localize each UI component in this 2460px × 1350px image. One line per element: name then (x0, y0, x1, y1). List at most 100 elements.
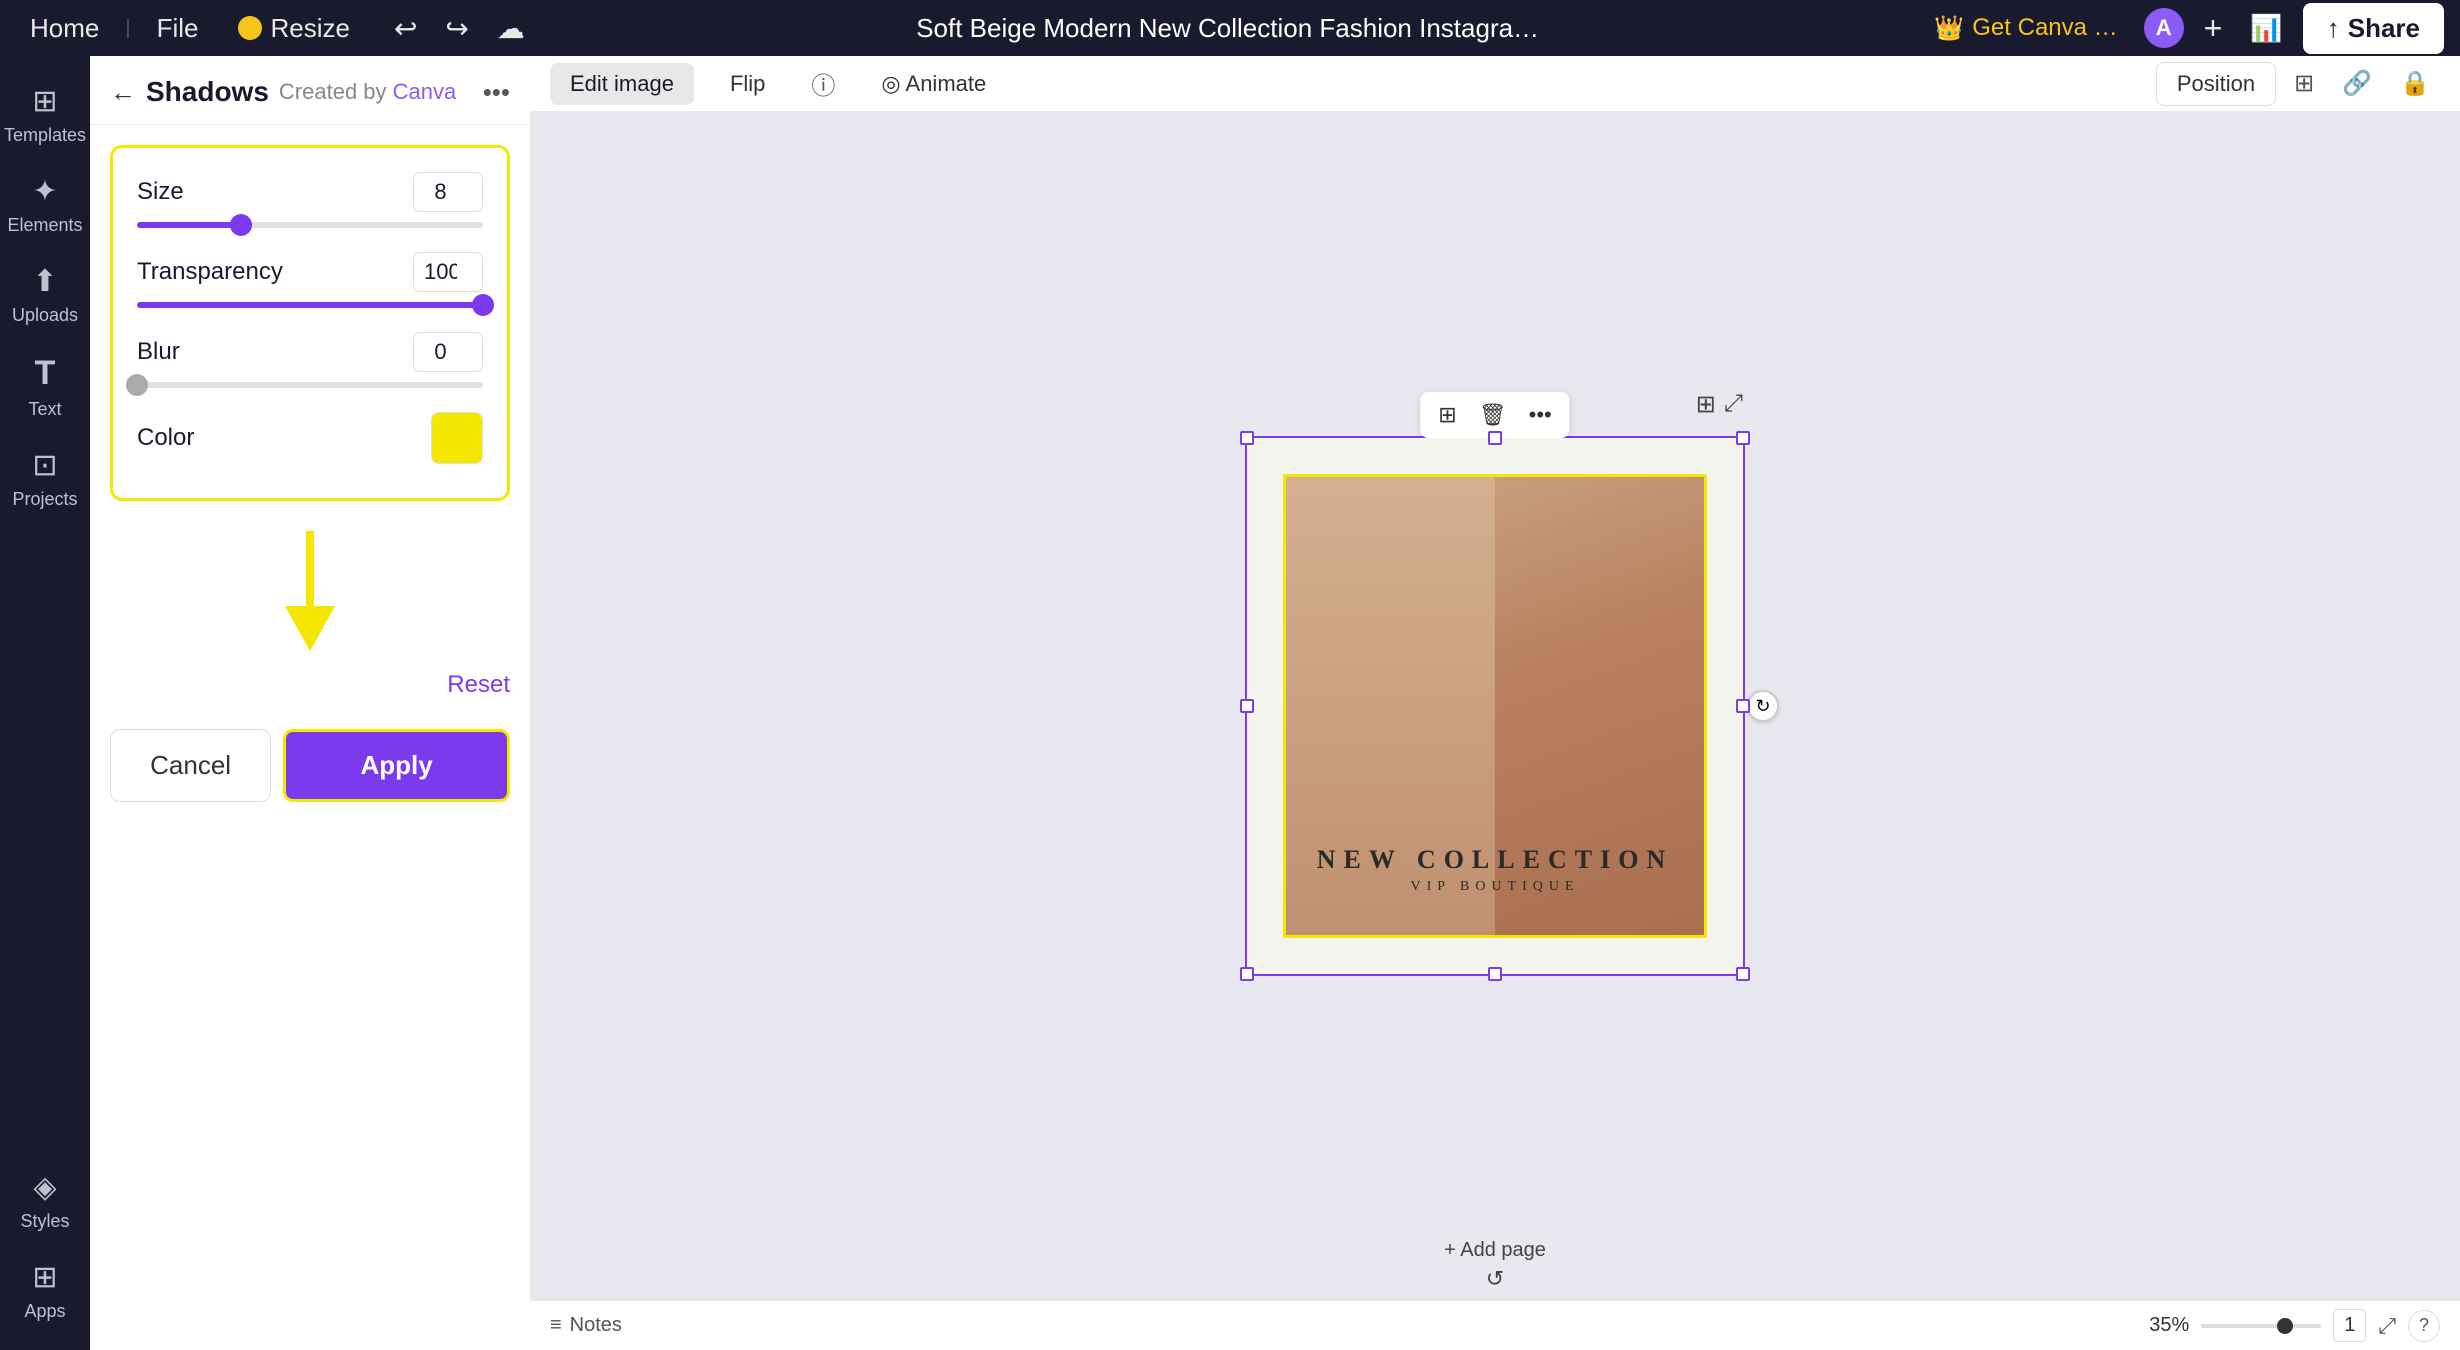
add-page-area: + Add page ↺ (530, 1230, 2460, 1300)
handle-top-left[interactable] (1240, 431, 1254, 445)
templates-icon: ⊞ (32, 84, 57, 119)
animate-button[interactable]: ◎ Animate (861, 63, 1006, 105)
status-bar: ≡ Notes 35% 1 ⤢ ? (530, 1300, 2460, 1350)
bottom-actions: Cancel Apply (90, 709, 530, 822)
grid-button[interactable]: ⊞ (2284, 63, 2324, 104)
topbar-separator: | (125, 17, 130, 40)
transparency-label-row: Transparency (137, 252, 483, 292)
help-button[interactable]: ? (2408, 1310, 2440, 1342)
handle-bottom-center[interactable] (1488, 967, 1502, 981)
sidebar-item-text[interactable]: T Text (5, 342, 85, 432)
fashion-bg: NEW COLLECTION VIP BOUTIQUE (1286, 477, 1704, 935)
blur-label: Blur (137, 338, 180, 366)
fullscreen-button[interactable]: ⤢ (2378, 1313, 2396, 1339)
apps-icon: ⊞ (32, 1260, 57, 1295)
fashion-image[interactable]: NEW COLLECTION VIP BOUTIQUE (1283, 474, 1707, 938)
expand-icon[interactable]: ⤢ (1724, 390, 1743, 419)
zoom-slider[interactable] (2201, 1324, 2321, 1328)
canvas-copy-button[interactable]: ⊞ (1430, 398, 1464, 432)
blur-slider-thumb[interactable] (126, 374, 148, 396)
redo-button[interactable]: ↪ (435, 6, 478, 51)
panel-back-button[interactable]: ← (110, 77, 136, 108)
flip-button[interactable]: Flip (710, 63, 785, 105)
cancel-button[interactable]: Cancel (110, 729, 271, 802)
sidebar-item-templates[interactable]: ⊞ Templates (5, 72, 85, 158)
sidebar-item-elements[interactable]: ✦ Elements (5, 162, 85, 248)
canva-credit-link[interactable]: Canva (393, 79, 457, 104)
handle-top-right[interactable] (1736, 431, 1750, 445)
sidebar-item-apps[interactable]: ⊞ Apps (5, 1248, 85, 1334)
share-icon: ↑ (2327, 13, 2340, 44)
home-button[interactable]: Home (16, 7, 113, 50)
resize-button[interactable]: Resize (224, 7, 363, 50)
undo-button[interactable]: ↩ (384, 6, 427, 51)
handle-top-center[interactable] (1488, 431, 1502, 445)
refresh-button[interactable]: ↺ (1486, 1266, 1504, 1292)
canvas-card[interactable]: ⊞ 🗑 ••• ⊞ ⤢ ↻ NEW COLLECTION (1245, 436, 1745, 976)
transparency-slider-thumb[interactable] (472, 294, 494, 316)
edit-image-button[interactable]: Edit image (550, 63, 694, 105)
handle-middle-right[interactable] (1736, 699, 1750, 713)
canvas-delete-button[interactable]: 🗑 (1471, 398, 1515, 432)
down-arrow-icon (280, 531, 340, 651)
share-button[interactable]: ↑ Share (2303, 3, 2444, 54)
size-control: Size (137, 172, 483, 228)
size-slider-track[interactable] (137, 222, 483, 228)
rotate-handle[interactable]: ↻ (1747, 690, 1779, 722)
transparency-label: Transparency (137, 258, 283, 286)
chart-button[interactable]: 📊 (2242, 9, 2290, 48)
handle-bottom-left[interactable] (1240, 967, 1254, 981)
blur-control: Blur (137, 332, 483, 388)
size-label-row: Size (137, 172, 483, 212)
status-right: 35% 1 ⤢ ? (2149, 1309, 2440, 1342)
cloud-save-button[interactable]: ☁ (487, 6, 535, 51)
lock-button[interactable]: 🔒 (2390, 63, 2440, 104)
panel-more-button[interactable]: ••• (483, 77, 510, 108)
animate-icon: ◎ (881, 71, 900, 96)
avatar-button[interactable]: A (2144, 8, 2184, 48)
transparency-slider-track[interactable] (137, 302, 483, 308)
handle-bottom-right[interactable] (1736, 967, 1750, 981)
size-input[interactable] (413, 172, 483, 212)
zoom-slider-thumb[interactable] (2277, 1318, 2293, 1334)
color-label: Color (137, 424, 194, 452)
fashion-title: NEW COLLECTION (1286, 845, 1704, 875)
canvas-area: ⊞ 🗑 ••• ⊞ ⤢ ↻ NEW COLLECTION (530, 112, 2460, 1300)
text-icon: T (35, 354, 56, 393)
apply-button[interactable]: Apply (283, 729, 510, 802)
projects-icon: ⊡ (32, 448, 57, 483)
link-button[interactable]: 🔗 (2332, 63, 2382, 104)
transparency-input[interactable] (413, 252, 483, 292)
get-canva-button[interactable]: 👑 Get Canva … (1920, 8, 2131, 49)
blur-slider-track[interactable] (137, 382, 483, 388)
uploads-icon: ⬆ (32, 264, 57, 299)
fashion-subtitle: VIP BOUTIQUE (1286, 879, 1704, 895)
fashion-text: NEW COLLECTION VIP BOUTIQUE (1286, 845, 1704, 895)
sidebar-item-styles[interactable]: ◈ Styles (5, 1158, 85, 1244)
styles-icon: ◈ (33, 1170, 56, 1205)
sidebar-item-projects[interactable]: ⊡ Projects (5, 436, 85, 522)
handle-middle-left[interactable] (1240, 699, 1254, 713)
transparency-control: Transparency (137, 252, 483, 308)
page-indicator[interactable]: 1 (2333, 1309, 2366, 1342)
color-control: Color (137, 412, 483, 464)
color-swatch[interactable] (431, 412, 483, 464)
reset-link[interactable]: Reset (447, 671, 510, 699)
size-slider-thumb[interactable] (230, 214, 252, 236)
position-button[interactable]: Position (2156, 62, 2276, 106)
sidebar-item-uploads[interactable]: ⬆ Uploads (5, 252, 85, 338)
file-button[interactable]: File (143, 7, 213, 50)
left-panel: ← Shadows Created by Canva ••• Size Tran… (90, 56, 530, 1350)
plus-button[interactable]: + (2196, 6, 2231, 51)
panel-title: Shadows (146, 76, 269, 108)
notes-button[interactable]: ≡ Notes (550, 1314, 622, 1337)
add-page-button[interactable]: + Add page (1444, 1239, 1546, 1262)
transparency-slider-fill (137, 302, 483, 308)
topbar-right: 👑 Get Canva … A + 📊 ↑ Share (1920, 3, 2444, 54)
blur-input[interactable] (413, 332, 483, 372)
add-frame-icon[interactable]: ⊞ (1696, 390, 1716, 419)
canvas-more-button[interactable]: ••• (1521, 398, 1560, 432)
color-label-row: Color (137, 412, 483, 464)
panel-header: ← Shadows Created by Canva ••• (90, 56, 530, 125)
info-button[interactable]: ⓘ (801, 60, 845, 107)
